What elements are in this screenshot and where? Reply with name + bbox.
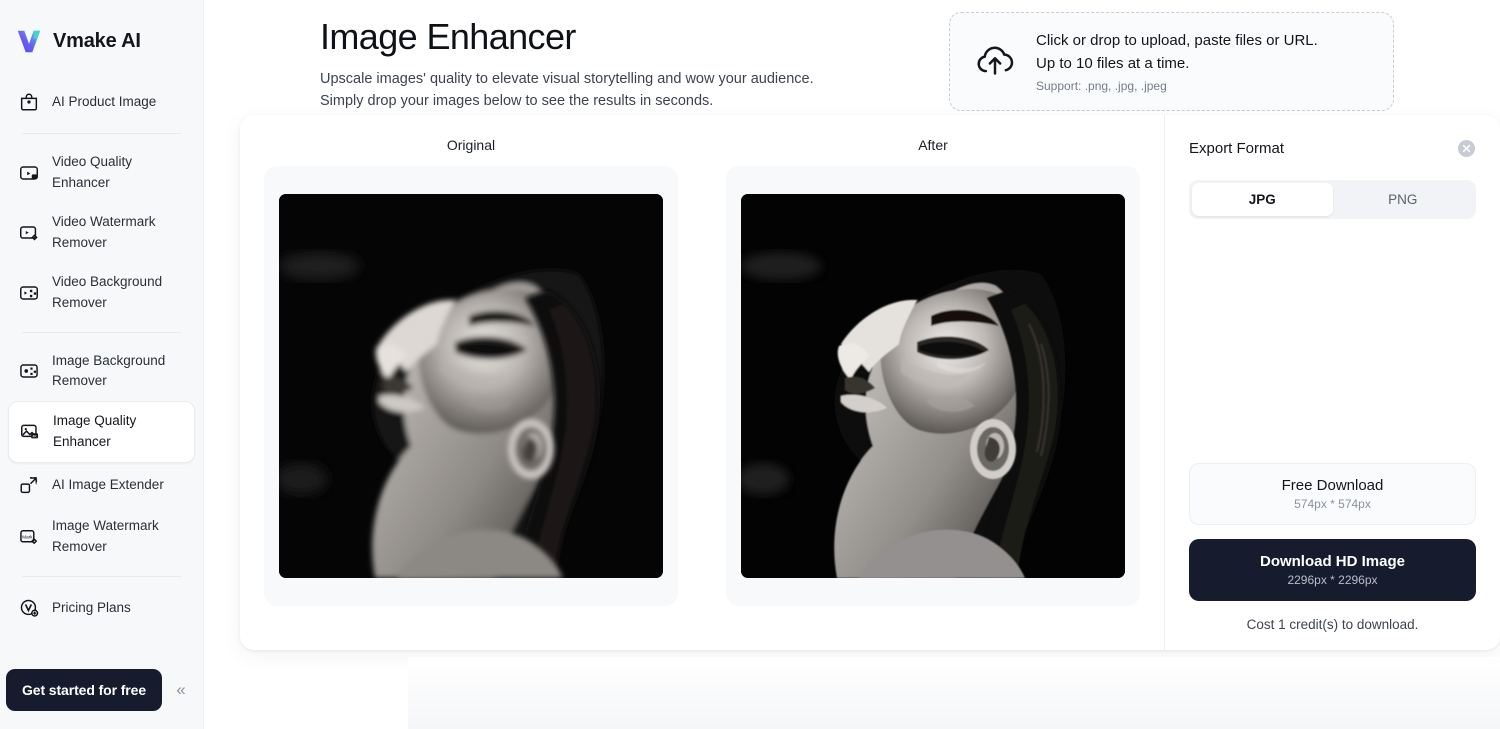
original-label: Original [446,137,496,153]
sidebar-item-pricing-plans[interactable]: Pricing Plans [8,586,195,630]
video-background-icon [20,285,38,300]
sidebar-item-label: Video Watermark Remover [52,213,156,250]
sidebar-item-label: Image Background Remover [52,352,166,389]
credit-cost-note: Cost 1 credit(s) to download. [1246,617,1419,632]
sidebar-nav: AI Product Image Video Quality Enhancer … [0,80,203,630]
sidebar-item-image-watermark-remover[interactable]: Mark Image Watermark Remover [8,507,195,567]
svg-text:4K: 4K [32,435,37,439]
hd-download-dimensions: 2296px * 2296px [1287,573,1378,587]
image-4k-icon: 4K [21,424,39,439]
original-image-frame [264,166,678,606]
sidebar-item-ai-image-extender[interactable]: AI Image Extender [8,463,195,507]
free-download-button[interactable]: Free Download 574px * 574px [1189,463,1476,525]
download-hd-button[interactable]: Download HD Image 2296px * 2296px [1189,539,1476,601]
sidebar: Vmake AI AI Product Image Video Quality [0,0,204,729]
sidebar-item-image-quality-enhancer[interactable]: 4K Image Quality Enhancer [8,401,195,464]
sidebar-item-video-watermark-remover[interactable]: Video Watermark Remover [8,203,195,263]
sidebar-item-image-background-remover[interactable]: Image Background Remover [8,342,195,402]
hd-download-label: Download HD Image [1259,553,1405,570]
sidebar-item-label: Video Quality Enhancer [52,154,133,190]
pane-original: Original [240,137,702,650]
get-started-button[interactable]: Get started for free [6,669,162,711]
close-circle-icon[interactable] [1457,139,1476,158]
page-header: Image Enhancer Upscale images' quality t… [204,0,1500,113]
free-download-label: Free Download [1281,477,1384,494]
sidebar-divider [22,133,181,134]
upload-line-1: Click or drop to upload, paste files or … [1036,32,1318,49]
export-header: Export Format [1189,139,1476,158]
page-subtitle-line1: Upscale images' quality to elevate visua… [320,71,814,87]
sidebar-item-video-background-remover[interactable]: Video Background Remover [8,263,195,323]
upload-support-text: Support: .png, .jpg, .jpeg [1036,78,1167,93]
sidebar-item-ai-product-image[interactable]: AI Product Image [8,80,195,124]
page-subtitle-line2: Simply drop your images below to see the… [320,93,714,110]
pane-after: After [702,137,1164,650]
sidebar-footer: Get started for free « [0,669,204,729]
download-actions: Free Download 574px * 574px Download HD … [1189,463,1476,650]
expand-arrows-icon [20,477,38,494]
brand[interactable]: Vmake AI [0,0,203,56]
page-title: Image Enhancer [320,16,576,57]
workspace-card: Original After Export Format JPG PNG Fre… [240,115,1500,650]
page-header-text: Image Enhancer Upscale images' quality t… [320,12,949,113]
sidebar-item-label: Pricing Plans [52,599,131,615]
cloud-upload-icon [977,46,1014,76]
upload-text-block: Click or drop to upload, paste files or … [1036,30,1318,93]
upload-line-2: Up to 10 files at a time. [1036,54,1190,72]
sidebar-item-label: AI Image Extender [52,476,164,492]
upload-dropzone[interactable]: Click or drop to upload, paste files or … [949,12,1394,111]
chevron-double-left-icon[interactable]: « [168,677,194,703]
video-4k-icon [20,166,38,180]
sidebar-item-label: Image Watermark Remover [52,518,159,555]
sidebar-item-video-quality-enhancer[interactable]: Video Quality Enhancer [8,143,195,203]
after-label: After [918,137,948,153]
after-image-frame [726,166,1140,606]
image-watermark-icon: Mark [20,530,38,545]
compare-area: Original After [240,115,1164,650]
export-format-title: Export Format [1189,140,1285,157]
export-panel: Export Format JPG PNG Free Download 574p… [1164,115,1500,650]
free-download-dimensions: 574px * 574px [1294,497,1371,511]
svg-text:Mark: Mark [22,534,33,539]
app-root: Vmake AI AI Product Image Video Quality [0,0,1500,729]
main-content: Image Enhancer Upscale images' quality t… [204,0,1500,729]
format-option-jpg[interactable]: JPG [1192,183,1333,216]
vmake-v-logo-icon [17,30,41,53]
sidebar-divider [22,331,181,333]
sidebar-item-label: Video Background Remover [52,273,163,310]
original-photo[interactable] [279,194,663,578]
after-photo[interactable] [741,194,1125,578]
sidebar-item-label: AI Product Image [52,93,157,109]
page-bottom-gradient [408,657,1500,729]
pricing-badge-icon [20,599,39,617]
sidebar-item-label: Image Quality Enhancer [53,413,137,450]
brand-name: Vmake AI [53,29,141,52]
format-option-png[interactable]: PNG [1333,183,1474,216]
video-watermark-icon [20,226,38,241]
sidebar-divider [22,576,181,578]
shopping-bag-icon [20,93,38,111]
image-background-icon [20,364,38,379]
export-format-toggle: JPG PNG [1189,180,1476,219]
